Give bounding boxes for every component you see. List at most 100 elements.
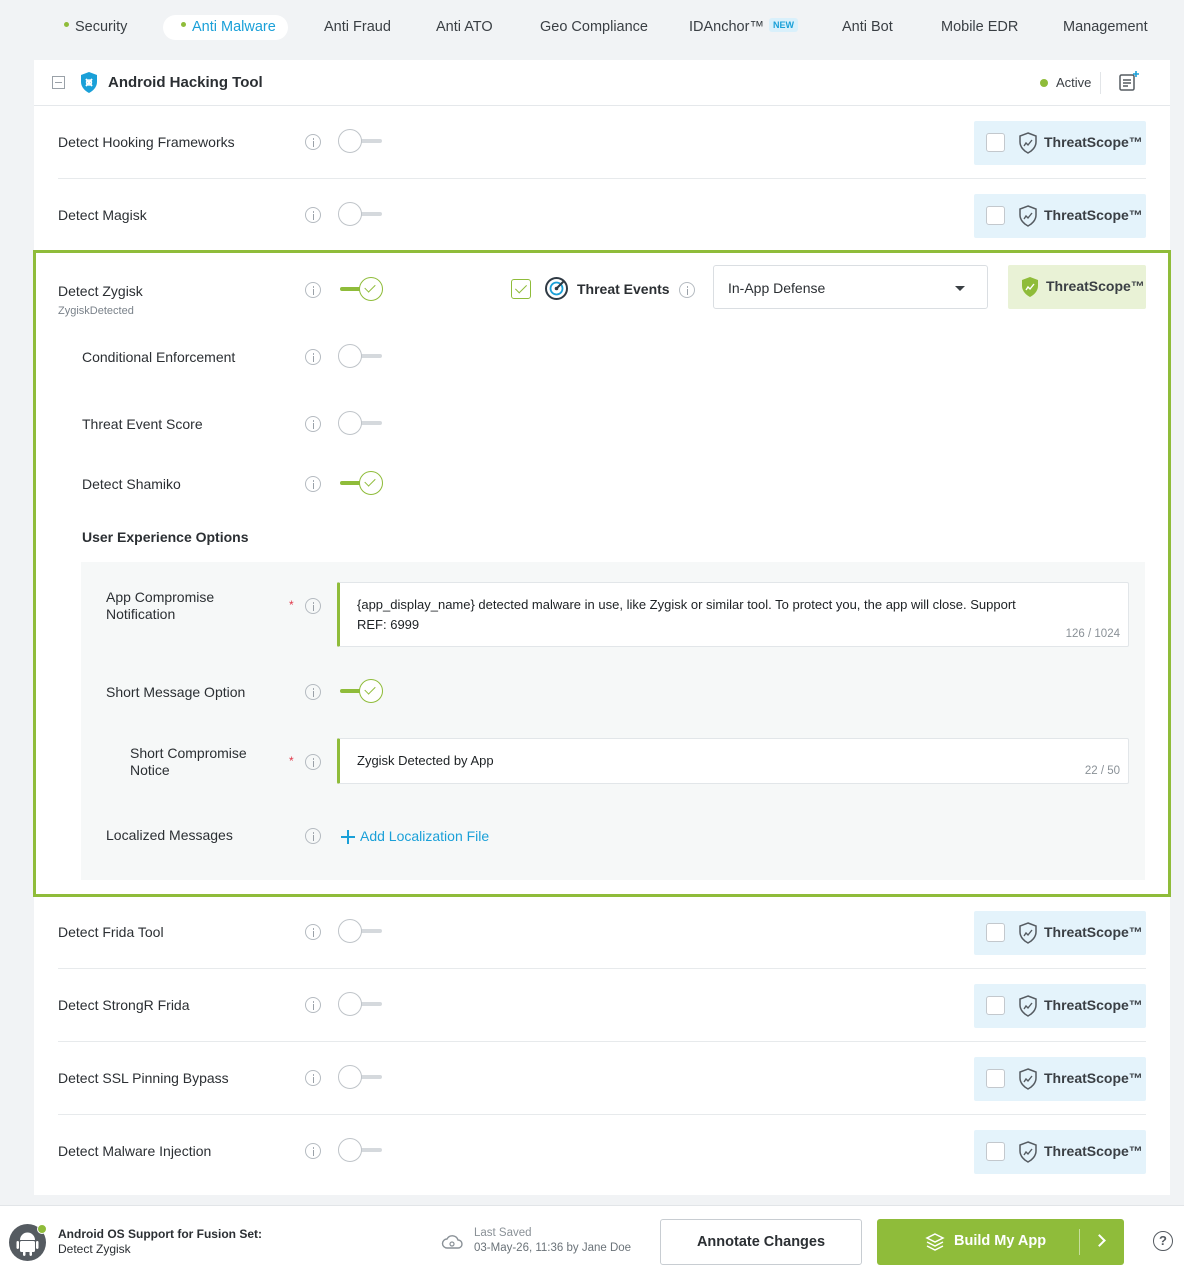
threatscope-option[interactable]: ThreatScope™ bbox=[974, 121, 1146, 165]
toggle-switch[interactable] bbox=[338, 679, 384, 703]
build-my-app-button[interactable]: Build My App bbox=[877, 1219, 1124, 1265]
info-icon[interactable] bbox=[305, 684, 321, 700]
android-hacking-tool-card: Android Hacking Tool Active Detect Hooki… bbox=[33, 60, 1171, 1195]
conditional-enforcement-label: Conditional Enforcement bbox=[82, 349, 236, 365]
chevron-down-icon bbox=[955, 286, 965, 291]
info-icon[interactable] bbox=[305, 924, 321, 940]
required-mark: * bbox=[289, 598, 294, 612]
toggle-switch[interactable] bbox=[338, 277, 384, 301]
info-icon[interactable] bbox=[305, 598, 321, 614]
short-compromise-notice-label: Short Compromise Notice bbox=[130, 745, 247, 778]
tab-management[interactable]: Management bbox=[1063, 15, 1148, 40]
tab-label: Geo Compliance bbox=[540, 19, 648, 35]
info-icon[interactable] bbox=[305, 134, 321, 150]
info-icon[interactable] bbox=[305, 1143, 321, 1159]
tab-label: Anti Bot bbox=[842, 19, 893, 35]
toggle-switch[interactable] bbox=[338, 202, 384, 226]
info-icon[interactable] bbox=[305, 1070, 321, 1086]
tab-geo-compliance[interactable]: Geo Compliance bbox=[540, 15, 648, 40]
info-icon[interactable] bbox=[305, 207, 321, 223]
threatscope-option[interactable]: ThreatScope™ bbox=[974, 1057, 1146, 1101]
toggle-switch[interactable] bbox=[338, 471, 384, 495]
threatscope-checkbox[interactable] bbox=[986, 1142, 1005, 1161]
help-icon[interactable]: ? bbox=[1153, 1231, 1173, 1251]
new-badge: NEW bbox=[768, 18, 798, 33]
status-label: Active bbox=[1056, 75, 1092, 90]
tab-security[interactable]: Security bbox=[64, 15, 127, 40]
info-icon[interactable] bbox=[305, 997, 321, 1013]
info-icon[interactable] bbox=[679, 282, 695, 298]
annotate-changes-button[interactable]: Annotate Changes bbox=[660, 1219, 862, 1265]
threatscope-label: ThreatScope™ bbox=[1044, 924, 1143, 940]
info-icon[interactable] bbox=[305, 282, 321, 298]
toggle-switch[interactable] bbox=[338, 919, 384, 943]
app-compromise-notification-field[interactable]: {app_display_name} detected malware in u… bbox=[337, 582, 1129, 647]
threatscope-option[interactable]: ThreatScope™ bbox=[974, 984, 1146, 1028]
row-label: Detect Hooking Frameworks bbox=[58, 134, 235, 150]
toggle-switch[interactable] bbox=[338, 411, 384, 435]
tab-idanchor[interactable]: IDAnchor™ NEW bbox=[689, 15, 798, 40]
footer-subtitle: Detect Zygisk bbox=[58, 1242, 131, 1256]
tab-label: Management bbox=[1063, 19, 1148, 35]
add-note-icon[interactable] bbox=[1118, 70, 1140, 92]
threatscope-option[interactable]: ThreatScope™ bbox=[974, 911, 1146, 955]
threatscope-option-active[interactable]: ThreatScope™ bbox=[1008, 265, 1146, 309]
tab-label: IDAnchor™ bbox=[689, 19, 764, 35]
tab-label: Mobile EDR bbox=[941, 19, 1019, 35]
threat-events-checkbox[interactable] bbox=[511, 279, 531, 299]
info-icon[interactable] bbox=[305, 828, 321, 844]
threatscope-shield-icon bbox=[1019, 205, 1037, 227]
toggle-switch[interactable] bbox=[338, 344, 384, 368]
divider bbox=[1079, 1229, 1080, 1255]
toggle-switch[interactable] bbox=[338, 1065, 384, 1089]
tab-label: Anti Fraud bbox=[324, 19, 391, 35]
row-detect-malware-injection: Detect Malware Injection ThreatScope™ bbox=[58, 1115, 1146, 1188]
toggle-switch[interactable] bbox=[338, 1138, 384, 1162]
threatscope-checkbox[interactable] bbox=[986, 206, 1005, 225]
tab-anti-bot[interactable]: Anti Bot bbox=[842, 15, 893, 40]
row-detect-frida-tool: Detect Frida Tool ThreatScope™ bbox=[58, 897, 1146, 969]
footer-bar: Android OS Support for Fusion Set: Detec… bbox=[0, 1205, 1184, 1274]
select-value: In-App Defense bbox=[728, 280, 826, 296]
info-icon[interactable] bbox=[305, 754, 321, 770]
response-action-select[interactable]: In-App Defense bbox=[713, 265, 988, 309]
tab-label: Anti Malware bbox=[192, 19, 276, 35]
tab-dot-icon bbox=[181, 21, 186, 27]
threat-event-score-label: Threat Event Score bbox=[82, 416, 203, 432]
add-localization-file-link[interactable]: Add Localization File bbox=[360, 828, 489, 844]
threatscope-checkbox[interactable] bbox=[986, 996, 1005, 1015]
threatscope-shield-icon bbox=[1019, 995, 1037, 1017]
detect-shamiko-label: Detect Shamiko bbox=[82, 476, 181, 492]
info-icon[interactable] bbox=[305, 349, 321, 365]
divider bbox=[1100, 72, 1101, 94]
tab-anti-malware[interactable]: Anti Malware bbox=[163, 15, 288, 40]
required-mark: * bbox=[289, 754, 294, 768]
status-dot bbox=[37, 1224, 47, 1234]
app-compromise-notification-label: App Compromise Notification bbox=[106, 589, 215, 622]
footer-title: Android OS Support for Fusion Set: bbox=[58, 1227, 262, 1241]
threatscope-shield-icon bbox=[1019, 132, 1037, 154]
tab-mobile-edr[interactable]: Mobile EDR bbox=[941, 15, 1018, 40]
threatscope-checkbox[interactable] bbox=[986, 1069, 1005, 1088]
threatscope-option[interactable]: ThreatScope™ bbox=[974, 1130, 1146, 1174]
row-label: Detect SSL Pinning Bypass bbox=[58, 1070, 229, 1086]
tab-anti-fraud[interactable]: Anti Fraud bbox=[324, 15, 391, 40]
tab-anti-ato[interactable]: Anti ATO bbox=[436, 15, 493, 40]
last-saved-label: Last Saved bbox=[474, 1227, 532, 1239]
threatscope-option[interactable]: ThreatScope™ bbox=[974, 194, 1146, 238]
threatscope-checkbox[interactable] bbox=[986, 133, 1005, 152]
char-counter: 22 / 50 bbox=[1084, 765, 1120, 777]
threatscope-checkbox[interactable] bbox=[986, 923, 1005, 942]
threatscope-label: ThreatScope™ bbox=[1044, 997, 1143, 1013]
chevron-right-icon[interactable] bbox=[1093, 1234, 1106, 1247]
field-value: {app_display_name} detected malware in u… bbox=[357, 597, 1016, 632]
threatscope-label: ThreatScope™ bbox=[1044, 207, 1143, 223]
collapse-icon[interactable] bbox=[52, 76, 65, 89]
localized-messages-label: Localized Messages bbox=[106, 827, 233, 843]
info-icon[interactable] bbox=[305, 416, 321, 432]
short-compromise-notice-field[interactable]: Zygisk Detected by App 22 / 50 bbox=[337, 738, 1129, 784]
toggle-switch[interactable] bbox=[338, 129, 384, 153]
status-dot bbox=[1040, 79, 1048, 87]
toggle-switch[interactable] bbox=[338, 992, 384, 1016]
info-icon[interactable] bbox=[305, 476, 321, 492]
